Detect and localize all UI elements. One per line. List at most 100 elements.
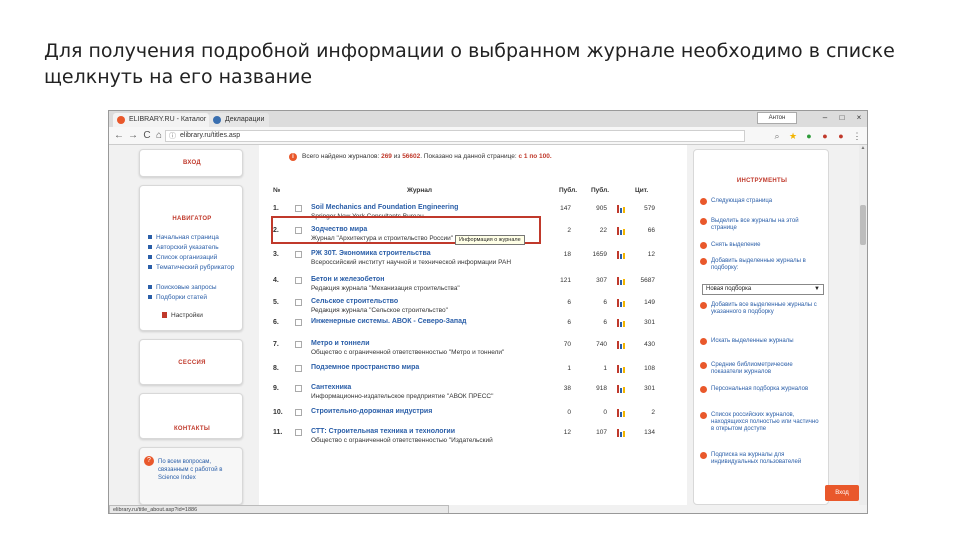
table-row: 8. Подземное пространство мира 1 1 108 <box>259 363 687 385</box>
journal-publisher: Информационно-издательское предприятие "… <box>311 393 494 400</box>
chart-icon[interactable] <box>617 319 625 327</box>
next-page-action[interactable]: Следующая страница <box>700 198 820 205</box>
nav-item-settings[interactable]: Настройки <box>162 312 203 320</box>
chart-icon[interactable] <box>617 277 625 285</box>
table-row: 9. Сантехника Информационно-издательское п… <box>259 383 687 405</box>
nav-item-home[interactable]: Начальная страница <box>148 234 219 242</box>
tab-declarations[interactable]: Декларации <box>209 113 269 127</box>
chart-icon[interactable] <box>617 251 625 259</box>
journal-title-link[interactable]: Сельское строительство <box>311 298 398 305</box>
forward-button[interactable]: → <box>127 129 139 143</box>
chart-icon[interactable] <box>617 365 625 373</box>
bibliometrics-action[interactable]: Средние библиометрические показатели жур… <box>700 362 820 376</box>
slide-caption: Для получения подробной информации о выб… <box>44 40 895 88</box>
nav-item-organizations[interactable]: Список организаций <box>148 254 217 262</box>
add-selected-action[interactable]: Добавить выделенные журналы в подборку: <box>700 258 820 272</box>
url-field[interactable]: ⓘ elibrary.ru/titles.asp <box>165 130 745 142</box>
page-info-icon: ⓘ <box>169 133 176 140</box>
collection-select[interactable]: Новая подборка ▼ <box>702 284 824 295</box>
page-scrollbar[interactable]: ▲ <box>859 145 867 505</box>
row-pubs: 12 <box>563 429 571 436</box>
chart-bar-icon <box>623 367 625 373</box>
maximize-button[interactable]: □ <box>834 111 850 125</box>
col-header-pubs[interactable]: Публ. <box>559 187 577 194</box>
arrow-right-icon <box>700 198 707 205</box>
arrow-right-icon <box>700 452 707 459</box>
menu-icon[interactable]: ⋮ <box>851 130 863 142</box>
chart-icon[interactable] <box>617 341 625 349</box>
chart-icon[interactable] <box>617 429 625 437</box>
journal-title-link[interactable]: Soil Mechanics and Foundation Engineerin… <box>311 204 458 211</box>
chart-icon[interactable] <box>617 409 625 417</box>
col-header-journal[interactable]: Журнал <box>407 187 432 194</box>
journal-title-link[interactable]: СТТ: Строительная техника и технологии <box>311 428 455 435</box>
tab-elibrary[interactable]: ELIBRARY.RU - Каталог <box>113 113 209 127</box>
row-checkbox[interactable] <box>295 319 302 326</box>
chart-icon[interactable] <box>617 227 625 235</box>
enter-button[interactable]: Вход <box>825 485 859 501</box>
row-pubs: 147 <box>560 205 571 212</box>
row-issues: 918 <box>596 385 607 392</box>
contacts-box: КОНТАКТЫ <box>139 393 243 439</box>
select-all-action[interactable]: Выделить все журналы на этой странице <box>700 218 820 232</box>
nav-item-collections[interactable]: Подборки статей <box>148 294 207 302</box>
nav-item-authors[interactable]: Авторский указатель <box>148 244 219 252</box>
journal-title-link[interactable]: Сантехника <box>311 384 351 391</box>
row-citations: 108 <box>644 365 655 372</box>
journal-title-link[interactable]: Метро и тоннели <box>311 340 370 347</box>
close-button[interactable]: × <box>851 111 867 125</box>
chart-bar-icon <box>617 251 619 259</box>
row-number: 5. <box>273 299 279 306</box>
chart-icon[interactable] <box>617 385 625 393</box>
login-link[interactable]: ВХОД <box>140 160 244 166</box>
opera-icon[interactable]: ● <box>835 130 847 142</box>
col-header-issues[interactable]: Публ. <box>591 187 609 194</box>
row-checkbox[interactable] <box>295 409 302 416</box>
journal-title-link[interactable]: Подземное пространство мира <box>311 364 419 371</box>
arrow-right-icon <box>700 302 707 309</box>
row-number: 6. <box>273 319 279 326</box>
journal-title-link[interactable]: Инженерные системы. АВОК - Северо-Запад <box>311 318 466 325</box>
clear-selection-action[interactable]: Снять выделение <box>700 242 820 249</box>
nav-item-rubricator[interactable]: Тематический рубрикатор <box>148 264 238 272</box>
personal-collection-action[interactable]: Персональная подборка журналов <box>700 386 820 393</box>
chart-bar-icon <box>620 230 622 235</box>
row-checkbox[interactable] <box>295 385 302 392</box>
search-icon[interactable]: ⌕ <box>771 130 783 142</box>
add-all-action[interactable]: Добавить все выделенные журналы с указан… <box>700 302 820 316</box>
row-checkbox[interactable] <box>295 205 302 212</box>
row-pubs: 70 <box>563 341 571 348</box>
arrow-right-icon <box>700 338 707 345</box>
chart-icon[interactable] <box>617 299 625 307</box>
chart-bar-icon <box>617 227 619 235</box>
open-access-action[interactable]: Список российских журналов, находящихся … <box>700 412 820 433</box>
row-checkbox[interactable] <box>295 251 302 258</box>
row-checkbox[interactable] <box>295 299 302 306</box>
nav-item-queries[interactable]: Поисковые запросы <box>148 284 217 292</box>
journal-title-link[interactable]: РЖ 30Т. Экономика строительства <box>311 250 431 257</box>
row-citations: 430 <box>644 341 655 348</box>
extension-icon[interactable]: ● <box>803 130 815 142</box>
row-checkbox[interactable] <box>295 277 302 284</box>
row-checkbox[interactable] <box>295 429 302 436</box>
user-profile-chip[interactable]: Антон <box>757 112 797 124</box>
journal-title-link[interactable]: Бетон и железобетон <box>311 276 384 283</box>
reload-button[interactable]: C <box>141 129 153 143</box>
subscription-action[interactable]: Подписка на журналы для индивидуальных п… <box>700 452 820 466</box>
scroll-thumb[interactable] <box>860 205 866 245</box>
row-checkbox[interactable] <box>295 341 302 348</box>
minimize-button[interactable]: – <box>817 111 833 125</box>
search-selected-action[interactable]: Искать выделенные журналы <box>700 338 820 345</box>
row-number: 7. <box>273 341 279 348</box>
row-checkbox[interactable] <box>295 365 302 372</box>
back-button[interactable]: ← <box>113 129 125 143</box>
chart-icon[interactable] <box>617 205 625 213</box>
search-stats: i Всего найдено журналов: 269 из 56602. П… <box>289 153 552 161</box>
journal-title-link[interactable]: Строительно-дорожная индустрия <box>311 408 432 415</box>
col-header-citations[interactable]: Цит. <box>635 187 648 194</box>
home-button[interactable]: ⌂ <box>153 129 165 143</box>
bookmark-star-icon[interactable]: ★ <box>787 130 799 142</box>
adblock-icon[interactable]: ● <box>819 130 831 142</box>
row-citations: 5687 <box>640 277 655 284</box>
scroll-up-icon[interactable]: ▲ <box>859 145 867 153</box>
